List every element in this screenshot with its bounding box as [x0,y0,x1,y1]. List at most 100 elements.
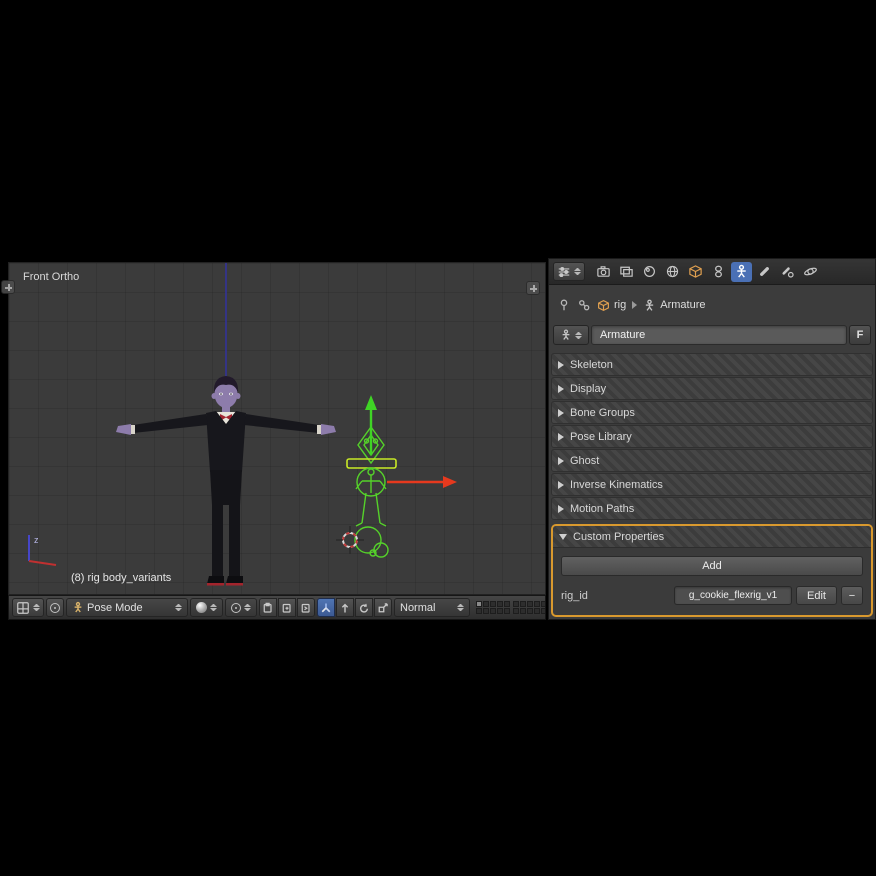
bone-icon [757,264,772,279]
3d-viewport[interactable]: z (8) rig body_variants Front Ortho [8,262,546,595]
layer-cell[interactable] [534,601,540,607]
orientation-dropdown-label: Normal [400,602,454,614]
panel-header-pose-library[interactable]: Pose Library [551,425,873,448]
layers-grid[interactable] [476,601,546,614]
tab-constraints[interactable] [708,262,729,282]
custom-properties-panel: Custom Properties Add rig_id g_cookie_fl… [551,524,873,617]
tab-object[interactable] [685,262,706,282]
layer-cell[interactable] [490,601,496,607]
region-expand-button[interactable] [526,281,540,295]
armature-name-input[interactable] [591,325,847,345]
copy-pose-button[interactable] [259,598,277,617]
toolshelf-expand-button[interactable] [1,280,15,294]
layer-cell[interactable] [497,601,503,607]
property-name-label: rig_id [561,590,670,602]
chevron-updown-icon [575,331,582,340]
tab-bone-constraints[interactable] [777,262,798,282]
shading-dropdown[interactable] [190,598,223,617]
orientation-dropdown[interactable]: Normal [394,598,470,617]
layer-cell[interactable] [520,601,526,607]
layer-cell[interactable] [527,608,533,614]
edit-property-button[interactable]: Edit [796,586,837,605]
world-icon [665,264,680,279]
tab-scene[interactable] [639,262,660,282]
pin-icon[interactable] [557,298,571,312]
paste-flipped-icon [300,601,312,614]
tab-physics[interactable] [800,262,821,282]
expand-arrow-icon [558,385,564,393]
active-object-label: (8) rig body_variants [71,572,172,584]
layer-cell[interactable] [534,608,540,614]
panel-header-motion-paths[interactable]: Motion Paths [551,497,873,520]
expand-arrow-icon [558,457,564,465]
character-mesh[interactable] [116,376,336,586]
paste-flipped-pose-button[interactable] [297,598,315,617]
link-icon [711,264,726,279]
scale-icon [377,602,389,614]
layer-cell[interactable] [541,608,546,614]
physics-icon [803,264,818,279]
breadcrumb-object[interactable]: rig [597,299,626,312]
layer-cell[interactable] [541,601,546,607]
layer-cell[interactable] [483,601,489,607]
mini-axis-gizmo: z [29,535,56,565]
layer-cell[interactable] [513,601,519,607]
tab-bone[interactable] [754,262,775,282]
layer-cell[interactable] [497,608,503,614]
pose-mode-icon [72,601,84,614]
chevron-updown-icon [457,603,464,612]
paste-pose-button[interactable] [278,598,296,617]
panel-header-ghost[interactable]: Ghost [551,449,873,472]
bone-link-icon [780,264,795,279]
id-type-button[interactable] [553,325,589,345]
layer-cell[interactable] [476,608,482,614]
tab-world[interactable] [662,262,683,282]
header-options-button[interactable] [46,598,64,617]
rig-id-value-field[interactable]: g_cookie_flexrig_v1 [674,586,792,605]
tab-object-data[interactable] [731,262,752,282]
panel-label: Inverse Kinematics [570,479,663,491]
translate-manipulator-button[interactable] [336,598,354,617]
layer-cell[interactable] [490,608,496,614]
layer-cell[interactable] [513,608,519,614]
panel-header-inverse-kinematics[interactable]: Inverse Kinematics [551,473,873,496]
gizmo-x-arrow[interactable] [387,476,457,488]
panel-header-bone-groups[interactable]: Bone Groups [551,401,873,424]
rotate-manipulator-button[interactable] [355,598,373,617]
datablock-browse-icon[interactable] [577,298,591,312]
layer-cell[interactable] [504,608,510,614]
properties-editor-type-button[interactable] [553,262,585,281]
panel-header-display[interactable]: Display [551,377,873,400]
tab-render[interactable] [593,262,614,282]
armature-icon [560,329,572,341]
layer-cell[interactable] [527,601,533,607]
layer-cell[interactable] [476,601,482,607]
breadcrumb: rig Armature [549,285,875,319]
layer-cell[interactable] [520,608,526,614]
breadcrumb-data[interactable]: Armature [643,299,705,312]
add-property-button[interactable]: Add [561,556,863,576]
expand-arrow-icon [558,505,564,513]
layer-cell[interactable] [483,608,489,614]
paste-pose-icon [281,601,293,614]
tab-render-layers[interactable] [616,262,637,282]
gizmo-z-arrow[interactable] [365,395,377,455]
scene-icon [642,264,657,279]
armature-icon [643,299,656,312]
mode-dropdown[interactable]: Pose Mode [66,598,188,617]
chevron-updown-icon [574,267,581,276]
layer-cell[interactable] [504,601,510,607]
manipulator-toggle-button[interactable] [317,598,335,617]
remove-property-button[interactable]: − [841,586,863,605]
scale-manipulator-button[interactable] [374,598,392,617]
fake-user-button[interactable]: F [849,325,871,345]
breadcrumb-object-label: rig [614,299,626,311]
pivot-dropdown[interactable] [225,598,257,617]
chevron-right-icon [632,301,637,309]
rotate-icon [358,602,370,614]
collapse-arrow-icon [559,534,567,540]
editor-type-button[interactable] [12,598,44,617]
panel-header-custom-properties[interactable]: Custom Properties [553,526,871,548]
axis-z-label: z [34,535,39,545]
panel-header-skeleton[interactable]: Skeleton [551,353,873,376]
